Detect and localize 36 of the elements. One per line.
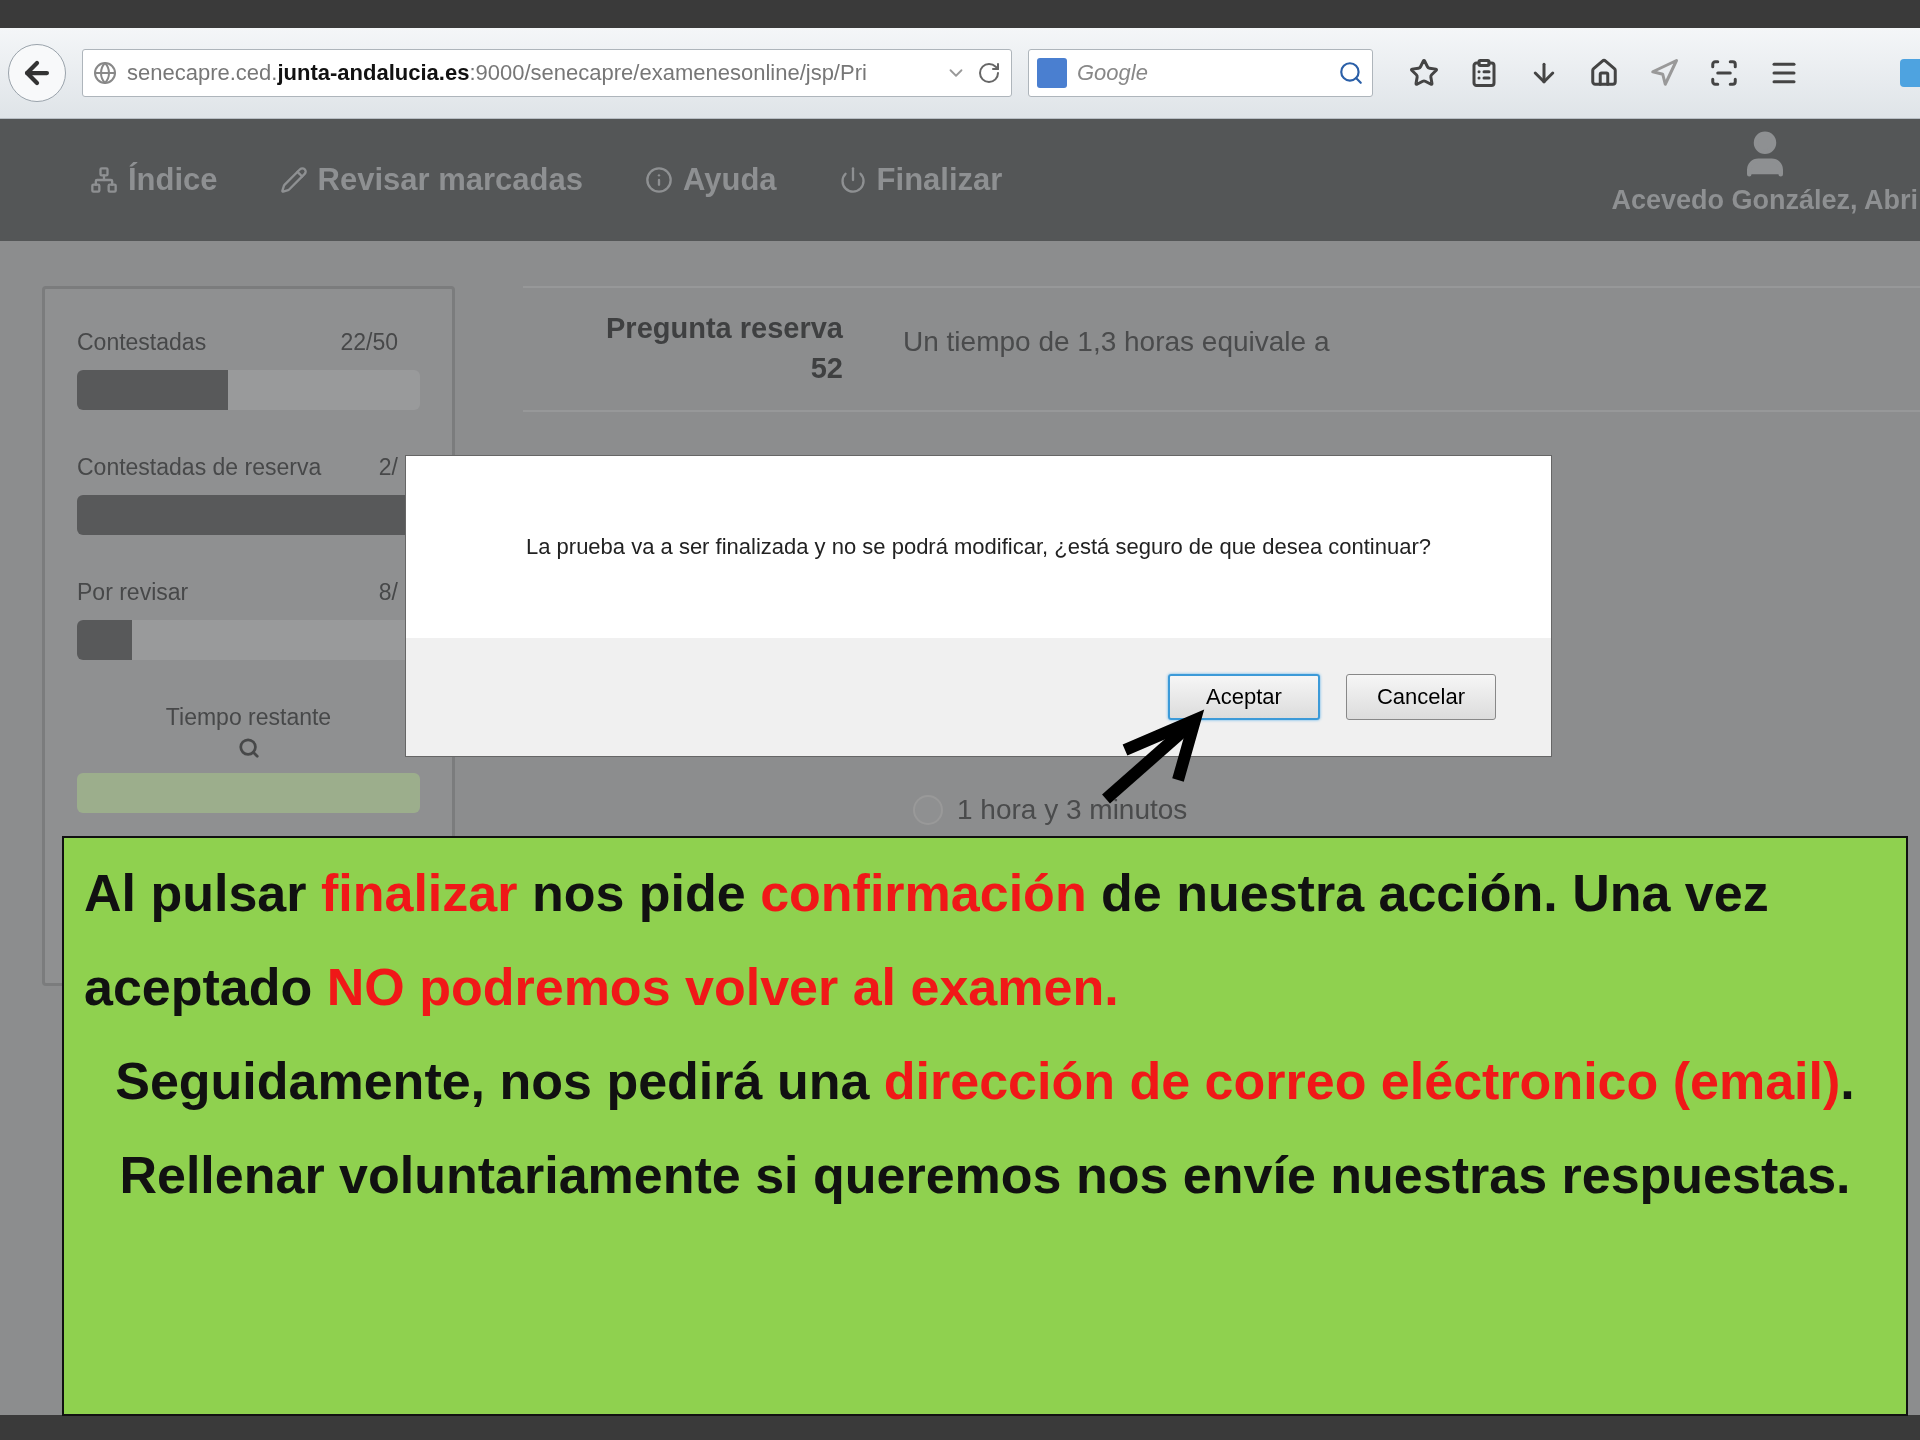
sitemap-icon	[90, 166, 118, 194]
stat-value: 22/50	[340, 329, 398, 356]
stat-value: 2/	[378, 454, 398, 481]
power-icon	[838, 166, 867, 194]
search-field[interactable]: Google	[1028, 49, 1373, 97]
note-paragraph: Al pulsar finalizar nos pide confirmación de nuestra acción. Una vez aceptado NO podremos volver al examen.	[84, 863, 1770, 1018]
user-name: Acevedo González, Abri	[1611, 185, 1918, 216]
dialog-message: La prueba va a ser finalizada y no se podrá modificar, ¿está seguro de que desea continuar?	[526, 534, 1431, 560]
search-input[interactable]: Google	[1075, 59, 1330, 87]
nav-link[interactable]: Ayuda	[645, 162, 777, 198]
nav-link[interactable]: Revisar marcadas	[279, 162, 583, 198]
reload-icon[interactable]	[977, 61, 1001, 85]
question-title: Pregunta reserva 52	[605, 311, 843, 386]
home-icon[interactable]	[1589, 58, 1619, 88]
clipboard-icon[interactable]	[1469, 58, 1499, 88]
star-icon[interactable]	[1409, 58, 1439, 88]
option-label: 1 hora y 3 minutos	[957, 794, 1188, 826]
dialog-button[interactable]: Cancelar	[1346, 674, 1496, 720]
nav-link[interactable]: Finalizar	[838, 162, 1003, 198]
stat-label: Contestadas de reserva	[77, 454, 322, 481]
address-bar[interactable]: senecapre.ced.junta-andalucia.es:9000/senecapre/examenesonline/jsp/Pri	[82, 49, 1012, 97]
pencil-icon	[279, 166, 308, 194]
stat-value: 8/	[378, 579, 398, 606]
info-icon	[645, 166, 673, 194]
search-icon[interactable]	[1338, 60, 1364, 86]
search-icon[interactable]	[237, 737, 260, 759]
note-paragraph: Seguidamente, nos pedirá una dirección de correo eléctronico (email). Rellenar voluntariamente si queremos nos envíe nuestras respuestas.	[114, 1051, 1856, 1206]
screenshot-icon[interactable]	[1709, 58, 1739, 88]
nav-link[interactable]: Índice	[90, 162, 218, 198]
timer-label: Tiempo restante	[165, 704, 332, 731]
stat-label: Contestadas	[77, 329, 207, 356]
globe-icon	[93, 61, 117, 85]
stat-label: Por revisar	[77, 579, 189, 606]
question-text: Un tiempo de 1,3 horas equivale a	[903, 326, 1330, 358]
dialog-button[interactable]: Aceptar	[1168, 674, 1320, 720]
search-engine-icon	[1037, 58, 1067, 88]
